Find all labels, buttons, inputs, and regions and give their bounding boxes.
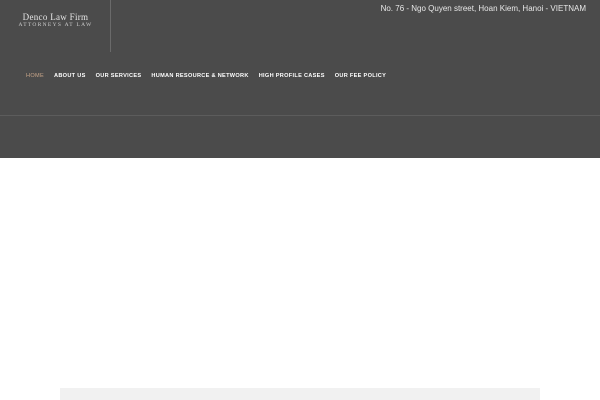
logo-name[interactable]: Denco Law Firm <box>0 12 111 22</box>
nav-item-label: OUR SERVICES <box>95 72 142 79</box>
nav-item-home[interactable]: HOME <box>25 70 44 79</box>
logo[interactable]: Denco Law Firm ATTORNEYS AT LAW <box>0 0 111 52</box>
main-nav: HOME ABOUT US OUR SERVICES HUMAN RESOURC… <box>25 70 396 80</box>
nav-item-our-services[interactable]: OUR SERVICES <box>94 70 142 79</box>
logo-tagline: ATTORNEYS AT LAW <box>18 22 93 28</box>
header-divider <box>0 115 600 116</box>
nav-item-about-us[interactable]: ABOUT US <box>52 70 86 79</box>
nav-item-label: HOME <box>26 72 44 79</box>
content-panel <box>60 388 540 400</box>
nav-item-fee-policy[interactable]: OUR FEE POLICY <box>333 70 387 79</box>
site-header: Denco Law Firm ATTORNEYS AT LAW No. 76 -… <box>0 0 600 158</box>
nav-item-label: ABOUT US <box>53 72 86 79</box>
nav-item-label: OUR FEE POLICY <box>334 72 387 79</box>
nav-item-label: HUMAN RESOURCE & NETWORK <box>151 72 249 79</box>
nav-item-human-resource[interactable]: HUMAN RESOURCE & NETWORK <box>150 70 249 79</box>
nav-item-high-profile-cases[interactable]: HIGH PROFILE CASES <box>257 70 325 79</box>
nav-item-label: HIGH PROFILE CASES <box>258 72 325 79</box>
header-address: No. 76 - Ngo Quyen street, Hoan Kiem, Ha… <box>380 4 586 13</box>
